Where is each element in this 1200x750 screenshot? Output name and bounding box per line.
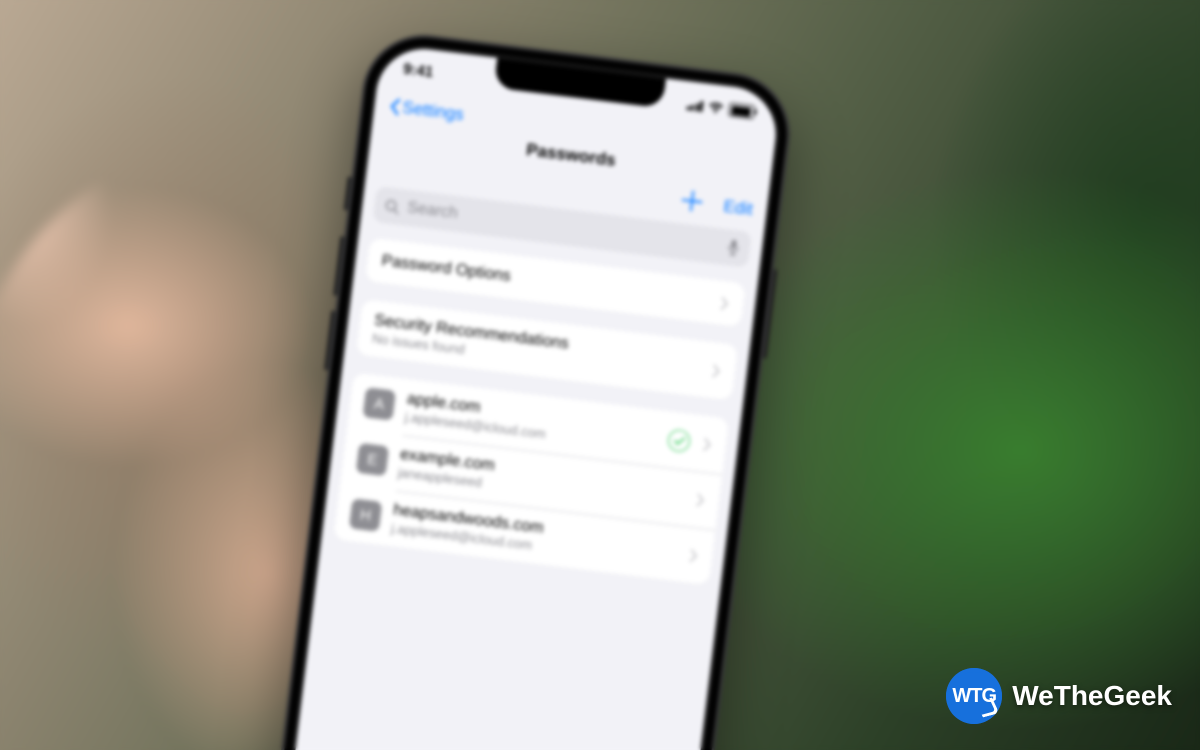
chevron-right-icon: [696, 493, 706, 507]
status-bar: 9:41: [377, 44, 781, 137]
password-item-apple[interactable]: A apple.com j.appleseed@icloud.com: [347, 373, 729, 475]
cellular-signal-icon: [686, 99, 704, 112]
dictation-icon[interactable]: [726, 238, 741, 257]
password-item-heapsandwoods[interactable]: H heapsandwoods.com j.appleseed@icloud.c…: [333, 484, 715, 586]
page-title: Passwords: [370, 121, 771, 190]
chevron-right-icon: [712, 364, 722, 378]
navigation-bar: Settings Passwords ＋ Edit: [366, 87, 776, 227]
password-options-row[interactable]: Password Options: [365, 238, 746, 328]
chevron-right-icon: [689, 548, 699, 562]
row-label: Password Options: [381, 252, 715, 311]
site-letter-icon: E: [356, 443, 389, 476]
search-input[interactable]: [404, 198, 722, 257]
iphone-device-frame: 9:41 Settings: [264, 28, 797, 750]
background-photo: 9:41 Settings: [0, 0, 1200, 750]
password-item-example[interactable]: E example.com janeappleseed: [340, 428, 722, 530]
chevron-right-icon: [720, 296, 730, 310]
edit-button[interactable]: Edit: [722, 196, 754, 219]
site-letter-icon: H: [349, 498, 382, 531]
site-letter-icon: A: [363, 387, 396, 420]
password-options-group: Password Options: [365, 238, 746, 328]
security-recommendations-group: Security Recommendations No issues found: [356, 299, 738, 401]
site-name: apple.com: [406, 390, 670, 440]
chevron-right-icon: [703, 437, 713, 451]
back-label: Settings: [401, 98, 464, 125]
watermark-logo: WTG WeTheGeek: [946, 668, 1172, 724]
notch: [494, 58, 666, 108]
add-button[interactable]: ＋: [677, 194, 707, 211]
passwords-list: A apple.com j.appleseed@icloud.com E: [333, 373, 729, 586]
search-field[interactable]: [372, 186, 752, 268]
site-name: heapsandwoods.com: [392, 502, 684, 555]
security-recommendations-row[interactable]: Security Recommendations No issues found: [356, 299, 738, 401]
watermark-text: WeTheGeek: [1012, 680, 1172, 712]
watermark-badge-icon: WTG: [946, 668, 1002, 724]
chevron-left-icon: [388, 97, 402, 116]
back-button[interactable]: Settings: [387, 96, 464, 125]
verified-checkmark-icon: [667, 428, 692, 453]
hand-holding-phone: [0, 140, 520, 750]
site-name: example.com: [399, 446, 691, 499]
wifi-icon: [707, 98, 725, 117]
account-name: j.appleseed@icloud.com: [404, 409, 668, 456]
search-icon: [384, 198, 401, 215]
row-label: Security Recommendations: [373, 312, 707, 371]
account-name: janeappleseed: [397, 465, 689, 515]
status-time: 9:41: [402, 60, 434, 81]
iphone-screen: 9:41 Settings: [280, 44, 782, 750]
battery-icon: [728, 102, 756, 119]
account-name: j.appleseed@icloud.com: [390, 520, 682, 570]
row-subtitle: No issues found: [371, 331, 704, 387]
